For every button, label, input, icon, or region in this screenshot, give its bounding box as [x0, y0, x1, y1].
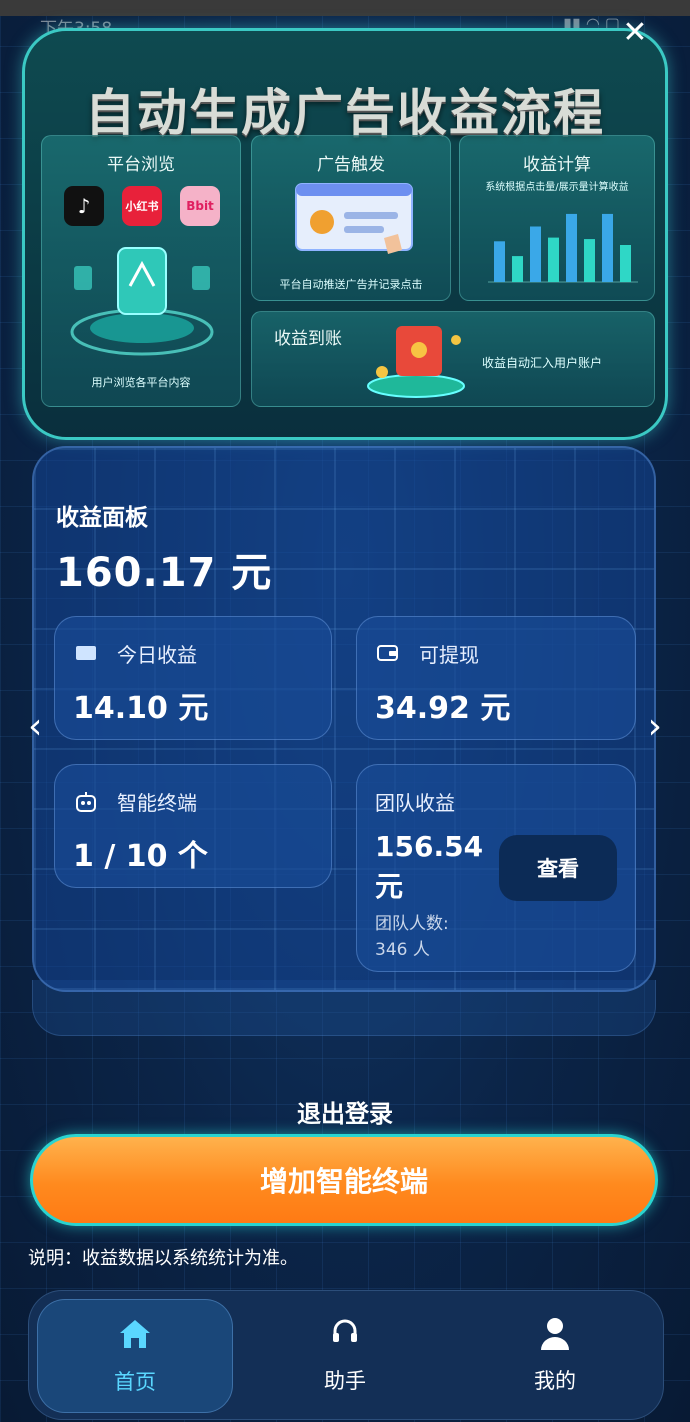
chart-bar: [584, 239, 595, 282]
chart-bar: [512, 256, 523, 282]
card-revenue-arrive: 收益到账 收益自动汇入用户账户: [251, 311, 655, 407]
team-count: 346 人: [375, 940, 430, 960]
chart-bar: [530, 226, 541, 282]
xiaohongshu-icon: 小红书: [122, 186, 162, 226]
process-banner: 自动生成广告收益流程 平台浏览 ♪ 小红书 Bbit 用户浏览各平台内容 广告触…: [22, 28, 668, 440]
red-envelope-icon: [367, 326, 465, 398]
wallet-icon: [377, 645, 398, 661]
tile-label: 智能终端: [117, 791, 197, 815]
card-ad-trigger: 广告触发 平台自动推送广告并记录点击: [251, 135, 451, 301]
card-desc: 收益自动汇入用户账户: [482, 356, 603, 370]
card-title: 平台浏览: [107, 155, 175, 175]
chart-bar: [548, 237, 559, 282]
total-earnings: 160.17 元: [56, 550, 273, 596]
chart-bar: [494, 241, 505, 282]
headset-icon: [333, 1319, 357, 1342]
bottom-tab-bar: 首页 助手 我的: [28, 1290, 664, 1420]
note-text: 说明：收益数据以系统统计为准。: [28, 1248, 298, 1269]
tile-label: 可提现: [419, 643, 479, 667]
user-icon: [541, 1318, 569, 1350]
tab-label: 我的: [534, 1369, 576, 1393]
prev-arrow-icon[interactable]: ‹: [28, 706, 42, 747]
add-terminal-button[interactable]: 增加智能终端: [30, 1134, 658, 1226]
card-platform-browse: 平台浏览 ♪ 小红书 Bbit 用户浏览各平台内容: [41, 135, 241, 407]
robot-icon: [76, 792, 96, 812]
logout-button[interactable]: 退出登录: [0, 1094, 690, 1129]
tab-label: 首页: [114, 1370, 156, 1394]
chart-bar: [602, 213, 613, 282]
chart-bar: [566, 213, 577, 282]
card-revenue-calc: 收益计算 系统根据点击量/展示量计算收益: [459, 135, 655, 301]
tile-withdrawable[interactable]: 可提现 34.92 元: [356, 616, 636, 740]
tile-smart-terminal: 智能终端 1 / 10 个: [54, 764, 332, 888]
tile-team-earnings: 团队收益 156.54 元 团队人数: 346 人 查看: [356, 764, 636, 972]
card-title: 收益计算: [523, 155, 591, 175]
bbit-icon: Bbit: [180, 186, 220, 226]
card-title: 广告触发: [317, 155, 385, 175]
tile-value: 1 / 10 个: [73, 839, 208, 874]
card-desc: 系统根据点击量/展示量计算收益: [485, 182, 629, 193]
tile-label: 今日收益: [117, 643, 197, 667]
tile-value: 34.92 元: [375, 691, 511, 726]
tile-value: 156.54 元: [375, 830, 484, 903]
card-title: 收益到账: [274, 329, 342, 349]
card-icon: [76, 646, 96, 660]
tile-value: 14.10 元: [73, 691, 209, 726]
phone-platform-icon: [70, 247, 214, 356]
next-arrow-icon[interactable]: ›: [648, 706, 662, 747]
tiktok-icon: ♪: [64, 186, 104, 226]
revenue-bar-chart: [488, 213, 638, 283]
tab-assistant[interactable]: 助手: [247, 1299, 443, 1413]
tab-mine[interactable]: 我的: [457, 1299, 653, 1413]
card-desc: 用户浏览各平台内容: [91, 376, 191, 389]
chart-bar: [620, 245, 631, 282]
home-icon: [120, 1320, 150, 1348]
ad-window-icon: [295, 183, 413, 254]
close-icon[interactable]: ✕: [620, 18, 650, 48]
tab-home[interactable]: 首页: [37, 1299, 233, 1413]
tile-label: 团队收益: [375, 791, 455, 815]
card-desc: 平台自动推送广告并记录点击: [279, 278, 423, 291]
panel-title: 收益面板: [56, 505, 148, 531]
tab-label: 助手: [324, 1369, 366, 1393]
view-team-button[interactable]: 查看: [499, 835, 617, 901]
earnings-panel: 收益面板 160.17 元 今日收益 14.10 元 可提现 34.92 元 智…: [32, 446, 656, 992]
tile-today-earnings: 今日收益 14.10 元: [54, 616, 332, 740]
team-count-label: 团队人数:: [375, 914, 449, 934]
